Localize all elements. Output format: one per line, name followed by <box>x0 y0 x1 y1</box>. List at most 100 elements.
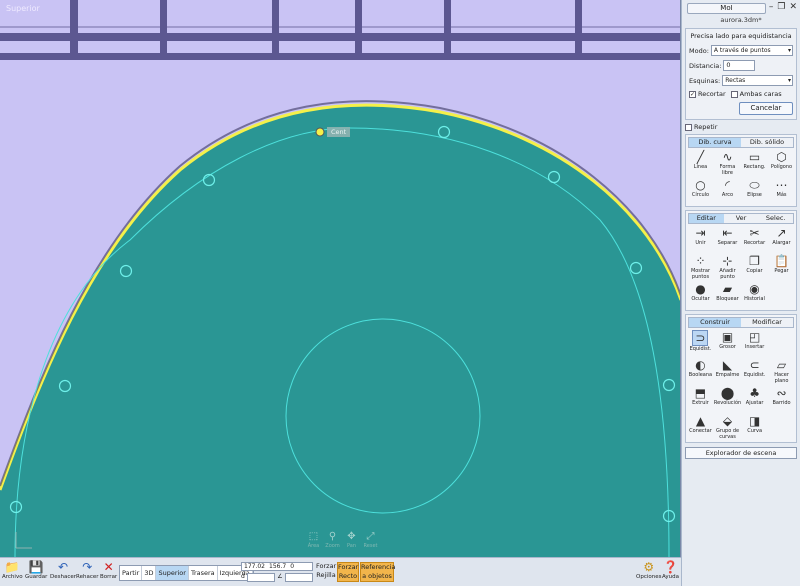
tool-button[interactable]: ◐ Booleana <box>687 358 714 384</box>
tool-label: Pegar <box>774 268 789 274</box>
delete-button[interactable]: ✕ Borrar <box>100 560 117 581</box>
offset-solid-icon: ⊂ <box>749 358 760 372</box>
options-button[interactable]: ⚙ Opciones <box>636 560 661 581</box>
tool-button[interactable]: ▭ Rectang. <box>741 150 768 176</box>
coord-y: 156.7 <box>269 563 287 570</box>
tab-construir[interactable]: Construir <box>689 318 741 327</box>
join-icon: ⇥ <box>695 226 706 240</box>
tool-button[interactable]: ⊃ Equidist. <box>687 330 714 356</box>
esquinas-select[interactable]: Rectas ▾ <box>722 75 793 86</box>
view-tab-3d[interactable]: 3D <box>142 566 157 580</box>
tool-button[interactable]: ◨ Curva <box>741 414 768 440</box>
nav-label: Área <box>307 543 320 549</box>
close-icon[interactable]: ✕ <box>789 2 797 12</box>
distancia-input[interactable]: 0 <box>723 60 756 71</box>
tool-button[interactable]: ⬤ Revolución <box>714 386 741 412</box>
right-panel: MoI – ❐ ✕ aurora.3dm* Precisa lado para … <box>681 0 800 586</box>
tool-button[interactable]: ✂ Recortar <box>741 226 768 252</box>
save-button[interactable]: 💾 Guardar <box>25 560 47 581</box>
tool-button[interactable]: ↗ Alargar <box>768 226 795 252</box>
tool-label: Barrido <box>772 400 791 406</box>
tool-label: Rectang. <box>743 164 766 170</box>
tool-button[interactable]: ╱ Línea <box>687 150 714 176</box>
tool-button[interactable]: ○ Círculo <box>687 178 714 204</box>
tool-button[interactable]: ⇥ Unir <box>687 226 714 252</box>
tool-button[interactable]: ⁘ Mostrar puntos <box>687 254 714 280</box>
tool-button[interactable]: ⋯ Más <box>768 178 795 204</box>
tool-button[interactable]: ♣ Ajustar <box>741 386 768 412</box>
view-nav-reset-view[interactable]: ⤢ Reset <box>361 531 380 555</box>
tool-button[interactable]: ◰ Insertar <box>741 330 768 356</box>
tool-button[interactable]: ⇤ Separar <box>714 226 741 252</box>
tool-button[interactable]: ▱ Hacer plano <box>768 358 795 384</box>
tab-modificar[interactable]: Modificar <box>741 318 793 327</box>
app-title[interactable]: MoI <box>687 3 766 14</box>
view-nav-zoom[interactable]: ⚲ Zoom <box>323 531 342 555</box>
tool-button[interactable]: ❐ Copiar <box>741 254 768 280</box>
folder-button[interactable]: 📁 Archivo <box>2 560 23 581</box>
viewport-top[interactable]: Superior Cent ⬚ Área ⚲ Zoom ✥ Pan ⤢ Reset <box>0 0 681 557</box>
tool-label: Grupo de curvas <box>715 428 740 440</box>
zoom-icon: ⚲ <box>328 531 337 542</box>
tool-label: Insertar <box>744 344 765 350</box>
options-icon: ⚙ <box>643 560 655 574</box>
modo-select[interactable]: A través de puntos ▾ <box>710 45 793 56</box>
distance-input[interactable] <box>246 573 276 582</box>
tab-dib-curva[interactable]: Dib. curva <box>689 138 741 147</box>
tool-button[interactable]: ∿ Forma libre <box>714 150 741 176</box>
object-snap-toggle[interactable]: Referencia a objetos <box>360 562 396 582</box>
cancel-button[interactable]: Cancelar <box>739 102 793 115</box>
tool-label: Equidist. <box>689 346 712 352</box>
undo-button[interactable]: ↶ Deshacer <box>50 560 76 581</box>
minimize-icon[interactable]: – <box>769 2 774 12</box>
redo-button[interactable]: ↷ Rehacer <box>76 560 98 581</box>
tool-button[interactable]: ▰ Bloquear <box>714 282 741 308</box>
coordinate-input[interactable]: 177.02 156.7 0 d ∠ <box>241 562 314 582</box>
help-button[interactable]: ❓ Ayuda <box>662 560 679 581</box>
tool-button[interactable]: ⬒ Extruir <box>687 386 714 412</box>
view-tab-trasera[interactable]: Trasera <box>189 566 218 580</box>
tool-button[interactable]: ◉ Historial <box>741 282 768 308</box>
grid-snap-toggle[interactable]: Forzar Rejilla <box>316 562 336 580</box>
tab-selec-[interactable]: Selec. <box>758 214 794 223</box>
tool-button[interactable]: ⬭ Elipse <box>741 178 768 204</box>
shape-profile[interactable] <box>0 105 681 557</box>
tool-button[interactable]: ◜ Arco <box>714 178 741 204</box>
tab-editar[interactable]: Editar <box>689 214 724 223</box>
tool-button[interactable]: ∾ Barrido <box>768 386 795 412</box>
viewport-canvas[interactable] <box>0 0 681 557</box>
scene-browser-button[interactable]: Explorador de escena <box>685 447 797 459</box>
tool-button[interactable]: ◣ Empalme <box>714 358 741 384</box>
nav-label: Zoom <box>325 543 340 549</box>
ambas-caras-checkbox[interactable] <box>730 90 738 98</box>
tool-button[interactable]: ● Ocultar <box>687 282 714 308</box>
view-nav-area-zoom[interactable]: ⬚ Área <box>304 531 323 555</box>
tab-ver[interactable]: Ver <box>723 214 759 223</box>
viewport-label: Superior <box>6 4 40 13</box>
tool-button[interactable]: ▲ Conectar <box>687 414 714 440</box>
ellipse-icon: ⬭ <box>749 178 760 192</box>
esquinas-value: Rectas <box>725 77 746 84</box>
tool-label: Copiar <box>746 268 763 274</box>
tool-button[interactable]: ⊂ Equidist. <box>741 358 768 384</box>
make-planar-icon: ▱ <box>776 358 787 372</box>
straight-snap-toggle[interactable]: Forzar Recto <box>337 562 359 582</box>
restore-icon[interactable]: ❐ <box>777 2 785 12</box>
view-tab-superior[interactable]: Superior <box>156 566 189 580</box>
tool-button[interactable]: ⬡ Polígono <box>768 150 795 176</box>
ambas-caras-label: Ambas caras <box>739 90 782 98</box>
snap-center-marker[interactable] <box>315 127 325 137</box>
recortar-checkbox[interactable]: ✓ <box>689 90 696 98</box>
view-tab-partir[interactable]: Partir <box>120 566 143 580</box>
tool-button[interactable]: ▣ Grosor <box>714 330 741 356</box>
tab-dib-s-lido[interactable]: Dib. sólido <box>741 138 793 147</box>
tool-button[interactable]: ⊹ Añadir punto <box>714 254 741 280</box>
tool-button[interactable]: ⬙ Grupo de curvas <box>714 414 741 440</box>
snap-label: Cent <box>331 128 347 136</box>
tool-button[interactable]: 📋 Pegar <box>768 254 795 280</box>
repeat-checkbox[interactable] <box>685 123 692 131</box>
angle-input[interactable] <box>284 573 314 582</box>
arc-icon: ◜ <box>725 178 730 192</box>
button-label: Rehacer <box>76 574 99 580</box>
view-nav-pan[interactable]: ✥ Pan <box>342 531 361 555</box>
